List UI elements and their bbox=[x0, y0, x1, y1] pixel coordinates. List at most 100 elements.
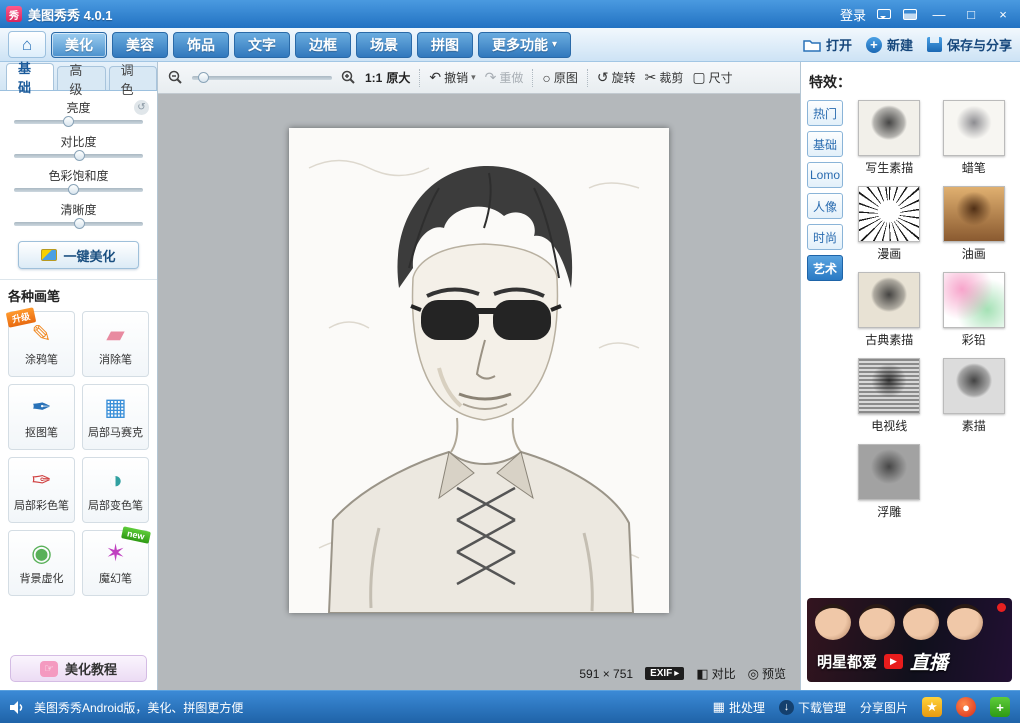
compare-button[interactable]: ◧ 对比 bbox=[696, 665, 735, 682]
exif-badge[interactable]: EXIF ▸ bbox=[645, 667, 684, 680]
zoom-slider[interactable] bbox=[192, 76, 332, 80]
add-app-icon[interactable]: + bbox=[990, 697, 1010, 717]
effect-thumbnail[interactable] bbox=[858, 100, 920, 156]
effect-crayon[interactable]: 蜡笔 bbox=[936, 100, 1013, 176]
slider-knob[interactable] bbox=[74, 218, 85, 229]
ad-banner[interactable]: 明星都爱 ▶ 直播 bbox=[807, 598, 1012, 682]
tab-advanced[interactable]: 高级 bbox=[57, 66, 105, 90]
category-basic[interactable]: 基础 bbox=[807, 131, 843, 157]
zoom-actual-size-button[interactable]: 1:1 原大 bbox=[365, 69, 410, 86]
meitu-app-icon[interactable]: ● bbox=[956, 697, 976, 717]
brush-magic-pen[interactable]: new ✶ 魔幻笔 bbox=[82, 530, 149, 596]
effect-color-pencil[interactable]: 彩铅 bbox=[936, 272, 1013, 348]
new-button[interactable]: + 新建 bbox=[866, 35, 913, 54]
brush-doodle-pen[interactable]: 升级 ✎ 涂鸦笔 bbox=[8, 311, 75, 377]
slider-knob[interactable] bbox=[68, 184, 79, 195]
close-button[interactable]: × bbox=[992, 5, 1014, 23]
slider-knob[interactable] bbox=[74, 150, 85, 161]
effect-thumbnail[interactable] bbox=[943, 186, 1005, 242]
tab-basic[interactable]: 基础 bbox=[6, 63, 54, 90]
crop-button[interactable]: ✂ 裁剪 bbox=[645, 69, 684, 86]
effect-thumbnail[interactable] bbox=[943, 358, 1005, 414]
photo-canvas[interactable] bbox=[289, 128, 669, 613]
contrast-label: 对比度 bbox=[14, 133, 143, 150]
redo-button[interactable]: ↷ 重做 bbox=[485, 69, 524, 86]
effect-tv-lines[interactable]: 电视线 bbox=[851, 358, 928, 434]
contrast-slider[interactable] bbox=[14, 154, 143, 158]
undo-button[interactable]: ↶ 撤销 ▾ bbox=[429, 69, 475, 86]
rotate-button[interactable]: ↺ 旋转 bbox=[597, 69, 636, 86]
beautify-tutorial-button[interactable]: ☞ 美化教程 bbox=[10, 655, 147, 682]
effect-thumbnail[interactable] bbox=[858, 444, 920, 500]
tab-scene[interactable]: 场景 bbox=[356, 32, 412, 58]
effect-pencil-sketch[interactable]: 素描 bbox=[936, 358, 1013, 434]
brush-local-mosaic[interactable]: ▦ 局部马赛克 bbox=[82, 384, 149, 450]
tab-accessories[interactable]: 饰品 bbox=[173, 32, 229, 58]
brush-cutout-pen[interactable]: ✒ 抠图笔 bbox=[8, 384, 75, 450]
brush-label: 消除笔 bbox=[99, 351, 132, 367]
effect-thumbnail[interactable] bbox=[858, 272, 920, 328]
tab-frame[interactable]: 边框 bbox=[295, 32, 351, 58]
brush-local-recolor-pen[interactable]: ◑ 局部变色笔 bbox=[82, 457, 149, 523]
save-share-button[interactable]: 保存与分享 bbox=[927, 35, 1012, 54]
batch-process-button[interactable]: ▦ 批处理 bbox=[713, 699, 765, 716]
category-lomo[interactable]: Lomo bbox=[807, 162, 843, 188]
minimize-button[interactable]: — bbox=[928, 5, 950, 23]
login-link[interactable]: 登录 bbox=[840, 5, 866, 24]
effect-label: 浮雕 bbox=[877, 503, 901, 520]
effect-label: 古典素描 bbox=[865, 331, 913, 348]
brush-background-blur[interactable]: ◉ 背景虚化 bbox=[8, 530, 75, 596]
effect-emboss[interactable]: 浮雕 bbox=[851, 444, 928, 520]
effect-thumbnail[interactable] bbox=[943, 272, 1005, 328]
download-icon: ↓ bbox=[779, 700, 794, 715]
zoom-in-icon[interactable] bbox=[341, 70, 356, 85]
preview-button[interactable]: ◎ 预览 bbox=[748, 665, 786, 682]
zoom-out-icon[interactable] bbox=[168, 70, 183, 85]
effect-oil-painting[interactable]: 油画 bbox=[936, 186, 1013, 262]
slider-knob[interactable] bbox=[63, 116, 74, 127]
effect-classic-sketch[interactable]: 古典素描 bbox=[851, 272, 928, 348]
star-app-icon[interactable]: ★ bbox=[922, 697, 942, 717]
status-bar: 美图秀秀Android版，美化、拼图更方便 ▦ 批处理 ↓ 下载管理 分享图片 … bbox=[0, 690, 1020, 723]
brush-label: 局部变色笔 bbox=[88, 497, 143, 513]
download-manager-button[interactable]: ↓ 下载管理 bbox=[779, 699, 846, 716]
sharpness-slider[interactable] bbox=[14, 222, 143, 226]
tutorial-label: 美化教程 bbox=[65, 659, 117, 678]
category-portrait[interactable]: 人像 bbox=[807, 193, 843, 219]
original-image-button[interactable]: ○ 原图 bbox=[542, 69, 577, 86]
tab-beautify[interactable]: 美化 bbox=[51, 32, 107, 58]
brush-eraser-pen[interactable]: ▰ 消除笔 bbox=[82, 311, 149, 377]
effect-thumbnail[interactable] bbox=[858, 186, 920, 242]
effect-thumbnail[interactable] bbox=[858, 358, 920, 414]
category-art[interactable]: 艺术 bbox=[807, 255, 843, 281]
brightness-slider[interactable] bbox=[14, 120, 143, 124]
category-fashion[interactable]: 时尚 bbox=[807, 224, 843, 250]
effect-life-sketch[interactable]: 写生素描 bbox=[851, 100, 928, 176]
effects-grid: 写生素描 蜡笔 漫画 油画 bbox=[851, 100, 1012, 520]
tab-label: 美容 bbox=[126, 35, 154, 55]
redo-icon: ↷ bbox=[485, 69, 497, 86]
effect-comic[interactable]: 漫画 bbox=[851, 186, 928, 262]
home-button[interactable]: ⌂ bbox=[8, 31, 46, 58]
sharpness-label: 清晰度 bbox=[14, 201, 143, 218]
saturation-slider[interactable] bbox=[14, 188, 143, 192]
share-image-button[interactable]: 分享图片 bbox=[860, 699, 908, 716]
tab-text[interactable]: 文字 bbox=[234, 32, 290, 58]
effect-thumbnail[interactable] bbox=[943, 100, 1005, 156]
zoom-ratio: 1:1 bbox=[365, 71, 382, 85]
one-click-beautify-button[interactable]: 一键美化 bbox=[18, 241, 139, 269]
tab-retouch[interactable]: 美容 bbox=[112, 32, 168, 58]
category-hot[interactable]: 热门 bbox=[807, 100, 843, 126]
tab-more-features[interactable]: 更多功能 ▾ bbox=[478, 32, 571, 58]
reset-icon[interactable]: ↺ bbox=[134, 100, 149, 115]
feedback-icon[interactable] bbox=[876, 7, 892, 21]
open-button[interactable]: 打开 bbox=[803, 35, 852, 54]
brush-local-color-pen[interactable]: ✑ 局部彩色笔 bbox=[8, 457, 75, 523]
maximize-button[interactable]: □ bbox=[960, 5, 982, 23]
tab-tone[interactable]: 调色 bbox=[109, 66, 157, 90]
recolor-pen-icon: ◑ bbox=[108, 468, 123, 494]
resize-button[interactable]: ▢ 尺寸 bbox=[692, 69, 732, 86]
zoom-knob[interactable] bbox=[198, 72, 209, 83]
tab-collage[interactable]: 拼图 bbox=[417, 32, 473, 58]
skin-icon[interactable] bbox=[902, 7, 918, 21]
